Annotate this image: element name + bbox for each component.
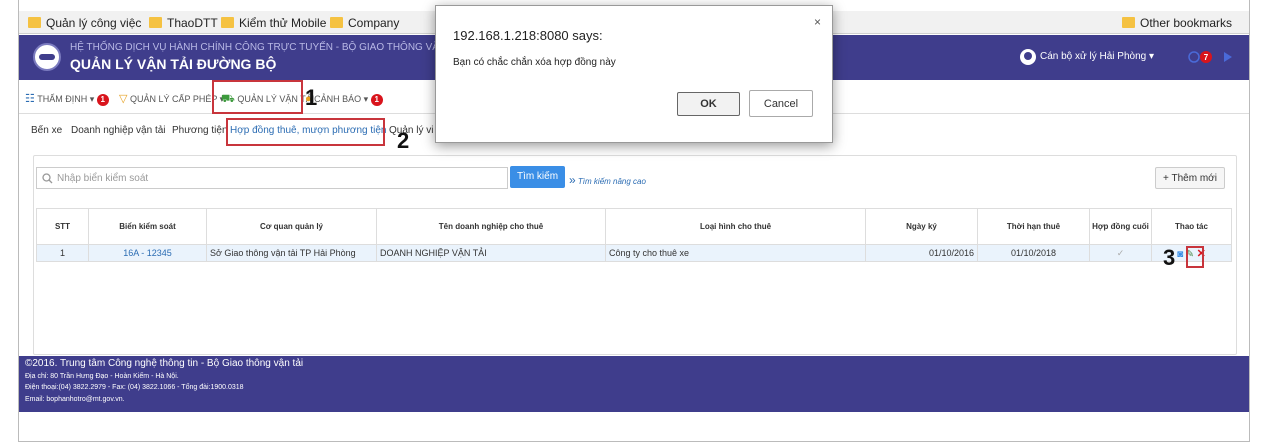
bookmark-thaodtt[interactable]: ThaoDTT <box>149 15 218 31</box>
header-icon-strip: 7 <box>1188 51 1232 63</box>
app-logo <box>33 43 61 71</box>
highlight-menu-van-tai <box>212 80 303 114</box>
shield-icon: ▽ <box>119 93 128 105</box>
col-bien-kiem-soat: Biển kiểm soát <box>88 208 207 245</box>
confirm-dialog: 192.168.1.218:8080 says: × Bạn có chắc c… <box>435 5 833 143</box>
double-chevron-icon: » <box>569 173 576 187</box>
app-title: QUẢN LÝ VẬN TẢI ĐƯỜNG BỘ <box>70 56 277 72</box>
search-icon <box>42 173 53 184</box>
header-icons: 7 <box>1186 49 1236 65</box>
col-hop-dong-cuoi: Hợp đồng cuối <box>1089 208 1152 245</box>
bookmark-quan-ly-cong-viec[interactable]: Quản lý công việc <box>28 15 141 31</box>
advanced-search-link[interactable]: » Tìm kiếm nâng cao <box>569 173 646 187</box>
user-menu[interactable]: Cán bộ xử lý Hải Phòng ▾ <box>1020 49 1154 65</box>
step-number-3: 3 <box>1163 245 1176 270</box>
logout-icon[interactable] <box>1224 52 1232 62</box>
cell-signed: 01/10/2016 <box>865 244 978 262</box>
col-thoi-han: Thời hạn thuê <box>977 208 1090 245</box>
folder-icon <box>221 17 234 28</box>
cell-agency: Sở Giao thông vận tải TP Hải Phòng <box>206 244 377 262</box>
bookmark-other[interactable]: Other bookmarks <box>1122 15 1232 31</box>
menu-quan-ly-cap-phep[interactable]: ▽ QUẢN LÝ CẤP PHÉP ▾ <box>119 92 224 106</box>
user-name: Cán bộ xử lý Hải Phòng ▾ <box>1040 51 1154 62</box>
folder-icon <box>28 17 41 28</box>
submenu-quan-ly-vi[interactable]: Quản lý vi <box>389 125 433 136</box>
folder-icon <box>1122 17 1135 28</box>
table-row: 1 16A - 12345 Sở Giao thông vận tải TP H… <box>36 244 1232 262</box>
grid-icon: ☷ <box>25 93 35 105</box>
submenu-doanh-nghiep[interactable]: Doanh nghiệp vận tải <box>71 125 166 136</box>
close-icon[interactable]: × <box>814 15 821 29</box>
search-placeholder: Nhập biển kiểm soát <box>57 173 149 184</box>
footer-address: Địa chỉ: 80 Trần Hưng Đạo - Hoàn Kiếm - … <box>25 373 179 380</box>
system-supertitle: HỆ THỐNG DỊCH VỤ HÀNH CHÍNH CÔNG TRỰC TU… <box>70 42 447 53</box>
search-button[interactable]: Tìm kiếm <box>510 166 565 188</box>
step-number-2: 2 <box>397 128 410 153</box>
menu-badge: 1 <box>370 93 383 106</box>
avatar-icon <box>1020 49 1036 65</box>
submenu-phuong-tien[interactable]: Phương tiện <box>172 125 228 136</box>
step-number-1: 1 <box>305 85 318 110</box>
cell-company: DOANH NGHIỆP VẬN TẢI <box>376 244 606 262</box>
cancel-button[interactable]: Cancel <box>749 90 813 117</box>
dialog-message: Bạn có chắc chắn xóa hợp đồng này <box>453 57 616 68</box>
search-input[interactable]: Nhập biển kiểm soát <box>36 167 508 189</box>
bookmark-kiem-thu-mobile[interactable]: Kiểm thử Mobile <box>221 15 326 31</box>
highlight-submenu-hop-dong <box>226 118 385 146</box>
cell-term: 01/10/2018 <box>977 244 1090 262</box>
col-thao-tac: Thao tác <box>1151 208 1232 245</box>
col-co-quan-quan-ly: Cơ quan quản lý <box>206 208 377 245</box>
notification-bell-icon[interactable] <box>1188 51 1200 63</box>
footer-copyright: ©2016. Trung tâm Công nghệ thông tin - B… <box>25 358 304 369</box>
submenu-ben-xe[interactable]: Bến xe <box>31 125 62 136</box>
cell-stt: 1 <box>36 244 89 262</box>
col-ten-doanh-nghiep: Tên doanh nghiệp cho thuê <box>376 208 606 245</box>
view-icon[interactable]: ◙ <box>1177 249 1183 260</box>
footer-phone: Điện thoại:(04) 3822.2979 - Fax: (04) 38… <box>25 384 244 391</box>
cell-type: Công ty cho thuê xe <box>605 244 866 262</box>
cell-plate-link[interactable]: 16A - 12345 <box>88 244 207 262</box>
folder-icon <box>330 17 343 28</box>
contracts-table: STT Biển kiểm soát Cơ quan quản lý Tên d… <box>36 208 1232 262</box>
bookmark-company[interactable]: Company <box>330 15 399 31</box>
footer-email: Email: bophanhotro@mt.gov.vn. <box>25 396 125 403</box>
col-stt: STT <box>36 208 89 245</box>
ok-button[interactable]: OK <box>677 92 740 116</box>
dialog-title: 192.168.1.218:8080 says: <box>453 28 603 43</box>
table-header-row: STT Biển kiểm soát Cơ quan quản lý Tên d… <box>36 208 1232 245</box>
folder-icon <box>149 17 162 28</box>
last-contract-checkbox[interactable]: ✓ <box>1089 244 1152 262</box>
page-footer: ©2016. Trung tâm Công nghệ thông tin - B… <box>19 356 1249 412</box>
col-loai-hinh: Loại hình cho thuê <box>605 208 866 245</box>
notification-count: 7 <box>1204 53 1209 62</box>
col-ngay-ky: Ngày ký <box>865 208 978 245</box>
highlight-delete-icon <box>1186 246 1204 268</box>
menu-badge: 1 <box>96 93 109 106</box>
add-new-button[interactable]: + Thêm mới <box>1155 167 1225 189</box>
menu-tham-dinh[interactable]: ☷ THẨM ĐỊNH ▾ 1 <box>25 92 109 106</box>
